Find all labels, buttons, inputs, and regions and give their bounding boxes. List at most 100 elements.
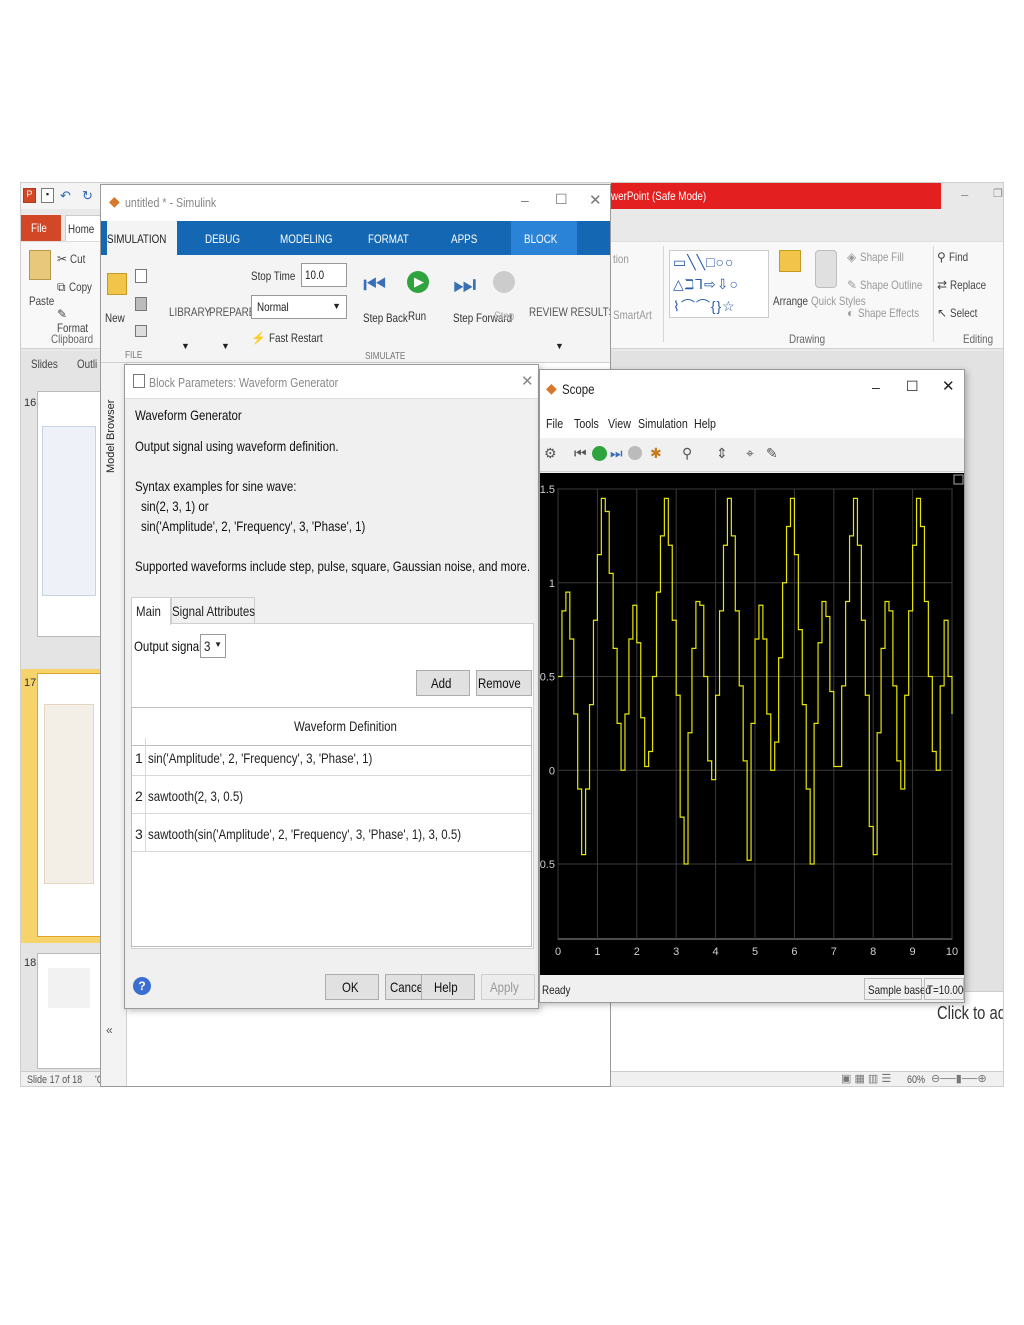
quick-styles-button[interactable]: Quick Styles	[811, 294, 866, 309]
file-tab[interactable]: File	[21, 215, 61, 241]
zoom-icon[interactable]: ⚲	[682, 445, 692, 462]
scope-plot-area[interactable]: 0 1 2 3 4 5 6 7 8 9 10 -0.5 0 0.5 1 1.5	[540, 473, 965, 975]
find-button[interactable]: ⚲ Find	[937, 250, 972, 264]
close-icon[interactable]: ✕	[589, 191, 602, 209]
select-button[interactable]: ↖ Select	[937, 306, 984, 320]
scope-chart[interactable]: 0 1 2 3 4 5 6 7 8 9 10 -0.5 0 0.5 1 1.5	[540, 473, 965, 975]
review-results-button[interactable]: REVIEW RESULTS	[529, 305, 610, 319]
chevron-down-icon[interactable]: ▼	[181, 341, 190, 351]
ok-button[interactable]: OK	[325, 974, 379, 1000]
save-icon[interactable]	[135, 297, 147, 311]
copy-button[interactable]: ⧉ Copy	[57, 280, 97, 295]
chevron-down-icon[interactable]: ▼	[221, 341, 230, 351]
run-button[interactable]: Run	[408, 309, 430, 323]
slide-thumbnail-18[interactable]	[37, 953, 101, 1069]
menu-tools[interactable]: Tools	[574, 416, 599, 431]
view-buttons-icon[interactable]: ▣ ▦ ▥ ☰	[841, 1072, 891, 1085]
cut-button[interactable]: ✂ Cut	[57, 252, 89, 266]
menu-view[interactable]: View	[608, 416, 631, 431]
highlight-icon[interactable]: ✱	[650, 445, 662, 462]
chevron-down-icon[interactable]: ▼	[555, 341, 564, 351]
step-forward-icon[interactable]: ⏭	[610, 445, 623, 462]
add-button[interactable]: Add	[416, 670, 470, 696]
shape-fill-button[interactable]: ◈ Shape Fill	[847, 250, 913, 264]
click-to-add-placeholder[interactable]: Click to add	[937, 1003, 1003, 1024]
smartart-button[interactable]: SmartArt	[613, 308, 660, 322]
tab-simulation[interactable]: SIMULATION	[107, 221, 177, 255]
tab-main[interactable]: Main	[131, 597, 171, 625]
simulation-mode-select[interactable]: Normal ▼	[251, 295, 347, 319]
arrange-icon[interactable]	[779, 250, 801, 272]
step-back-button[interactable]: Step Back	[363, 309, 408, 327]
apply-button[interactable]: Apply	[481, 974, 535, 1000]
click-to-add-label: Click to add	[937, 1003, 1003, 1023]
run-icon[interactable]: ▶	[407, 271, 429, 293]
scale-axes-icon[interactable]: ⇕	[716, 445, 728, 462]
new-model-icon[interactable]	[107, 273, 127, 295]
minimize-icon[interactable]: –	[961, 187, 968, 202]
stop-icon[interactable]	[628, 446, 642, 460]
waveform-definition-cell[interactable]: sawtooth(sin('Amplitude', 2, 'Frequency'…	[148, 826, 461, 842]
paste-button[interactable]: Paste	[29, 294, 60, 308]
run-icon[interactable]	[592, 446, 607, 461]
new-button[interactable]: New	[105, 311, 129, 325]
table-row[interactable]: 1 sin('Amplitude', 2, 'Frequency', 3, 'P…	[132, 738, 531, 776]
settings-icon[interactable]: ⚙	[544, 445, 557, 462]
menu-simulation[interactable]: Simulation	[638, 416, 688, 431]
waveform-definition-cell[interactable]: sin('Amplitude', 2, 'Frequency', 3, 'Pha…	[148, 750, 372, 766]
maximize-icon[interactable]: ☐	[906, 378, 919, 395]
undo-icon[interactable]: ↶	[59, 188, 72, 203]
shape-effects-button[interactable]: ◐ Shape Effects	[847, 306, 932, 320]
table-row[interactable]: 3 sawtooth(sin('Amplitude', 2, 'Frequenc…	[132, 814, 531, 852]
minimize-icon[interactable]: –	[872, 379, 880, 395]
slide-thumbnail-17[interactable]	[37, 673, 101, 937]
close-icon[interactable]: ✕	[521, 372, 534, 390]
slides-tab[interactable]: Slides	[31, 357, 64, 371]
shape-outline-button[interactable]: ✎ Shape Outline	[847, 278, 936, 292]
tab-signal-attributes[interactable]: Signal Attributes	[171, 597, 255, 625]
collapse-icon[interactable]: «	[106, 1023, 113, 1037]
close-icon[interactable]: ✕	[942, 377, 955, 395]
stop-button[interactable]: Stop	[494, 309, 519, 323]
open-icon[interactable]	[135, 269, 147, 283]
waveform-definition-cell[interactable]: sawtooth(2, 3, 0.5)	[148, 788, 243, 804]
redo-icon[interactable]: ↻	[81, 188, 94, 203]
table-row[interactable]: 2 sawtooth(2, 3, 0.5)	[132, 776, 531, 814]
tab-block[interactable]: BLOCK	[511, 221, 577, 255]
minimize-icon[interactable]: –	[521, 192, 529, 208]
step-forward-button[interactable]: Step Forward	[453, 309, 512, 327]
replace-button[interactable]: ⇄ Replace	[937, 278, 994, 292]
fast-restart-button[interactable]: ⚡ Fast Restart	[251, 331, 335, 345]
tab-debug[interactable]: DEBUG	[201, 221, 251, 255]
step-back-icon[interactable]: ⏮	[574, 445, 587, 462]
step-back-icon[interactable]: ⏮	[363, 269, 386, 301]
home-tab[interactable]: Home	[65, 215, 103, 241]
paste-icon[interactable]	[29, 250, 51, 280]
slide-thumbnail-16[interactable]	[37, 391, 101, 637]
help-icon[interactable]: ?	[133, 977, 151, 995]
menu-help[interactable]: Help	[694, 416, 716, 431]
maximize-icon[interactable]: ☐	[555, 191, 568, 208]
tab-apps[interactable]: APPS	[449, 221, 485, 255]
tab-format[interactable]: FORMAT	[363, 221, 423, 255]
arrange-button[interactable]: Arrange	[773, 294, 816, 308]
save-icon[interactable]: ▪	[41, 188, 54, 203]
expand-icon[interactable]	[953, 474, 964, 485]
stop-icon[interactable]	[493, 271, 515, 293]
quick-styles-icon[interactable]	[815, 250, 837, 288]
step-forward-icon[interactable]: ⏭	[453, 269, 476, 301]
shapes-gallery[interactable]: ▭╲╲□○○ △ℶ⅂⇨⇩○ ⌇⌒⌒{}☆	[669, 250, 769, 318]
tab-modeling[interactable]: MODELING	[277, 221, 347, 255]
format-painter-button[interactable]: ✎ Format	[57, 307, 103, 335]
menu-file[interactable]: File	[546, 416, 563, 431]
restore-icon[interactable]: ❐	[993, 187, 1003, 200]
cursor-measurements-icon[interactable]: ⌖	[746, 445, 754, 462]
outline-tab[interactable]: Outli	[77, 357, 102, 371]
edit-icon[interactable]: ✎	[766, 445, 778, 462]
stop-time-input[interactable]: 10.0	[301, 263, 347, 287]
zoom-slider[interactable]: ⊖──▮──⊕	[931, 1072, 987, 1085]
print-icon[interactable]	[135, 325, 147, 337]
help-button[interactable]: Help	[421, 974, 475, 1000]
remove-button[interactable]: Remove	[476, 670, 532, 696]
output-signal-select[interactable]: 3 ▼	[200, 634, 226, 658]
